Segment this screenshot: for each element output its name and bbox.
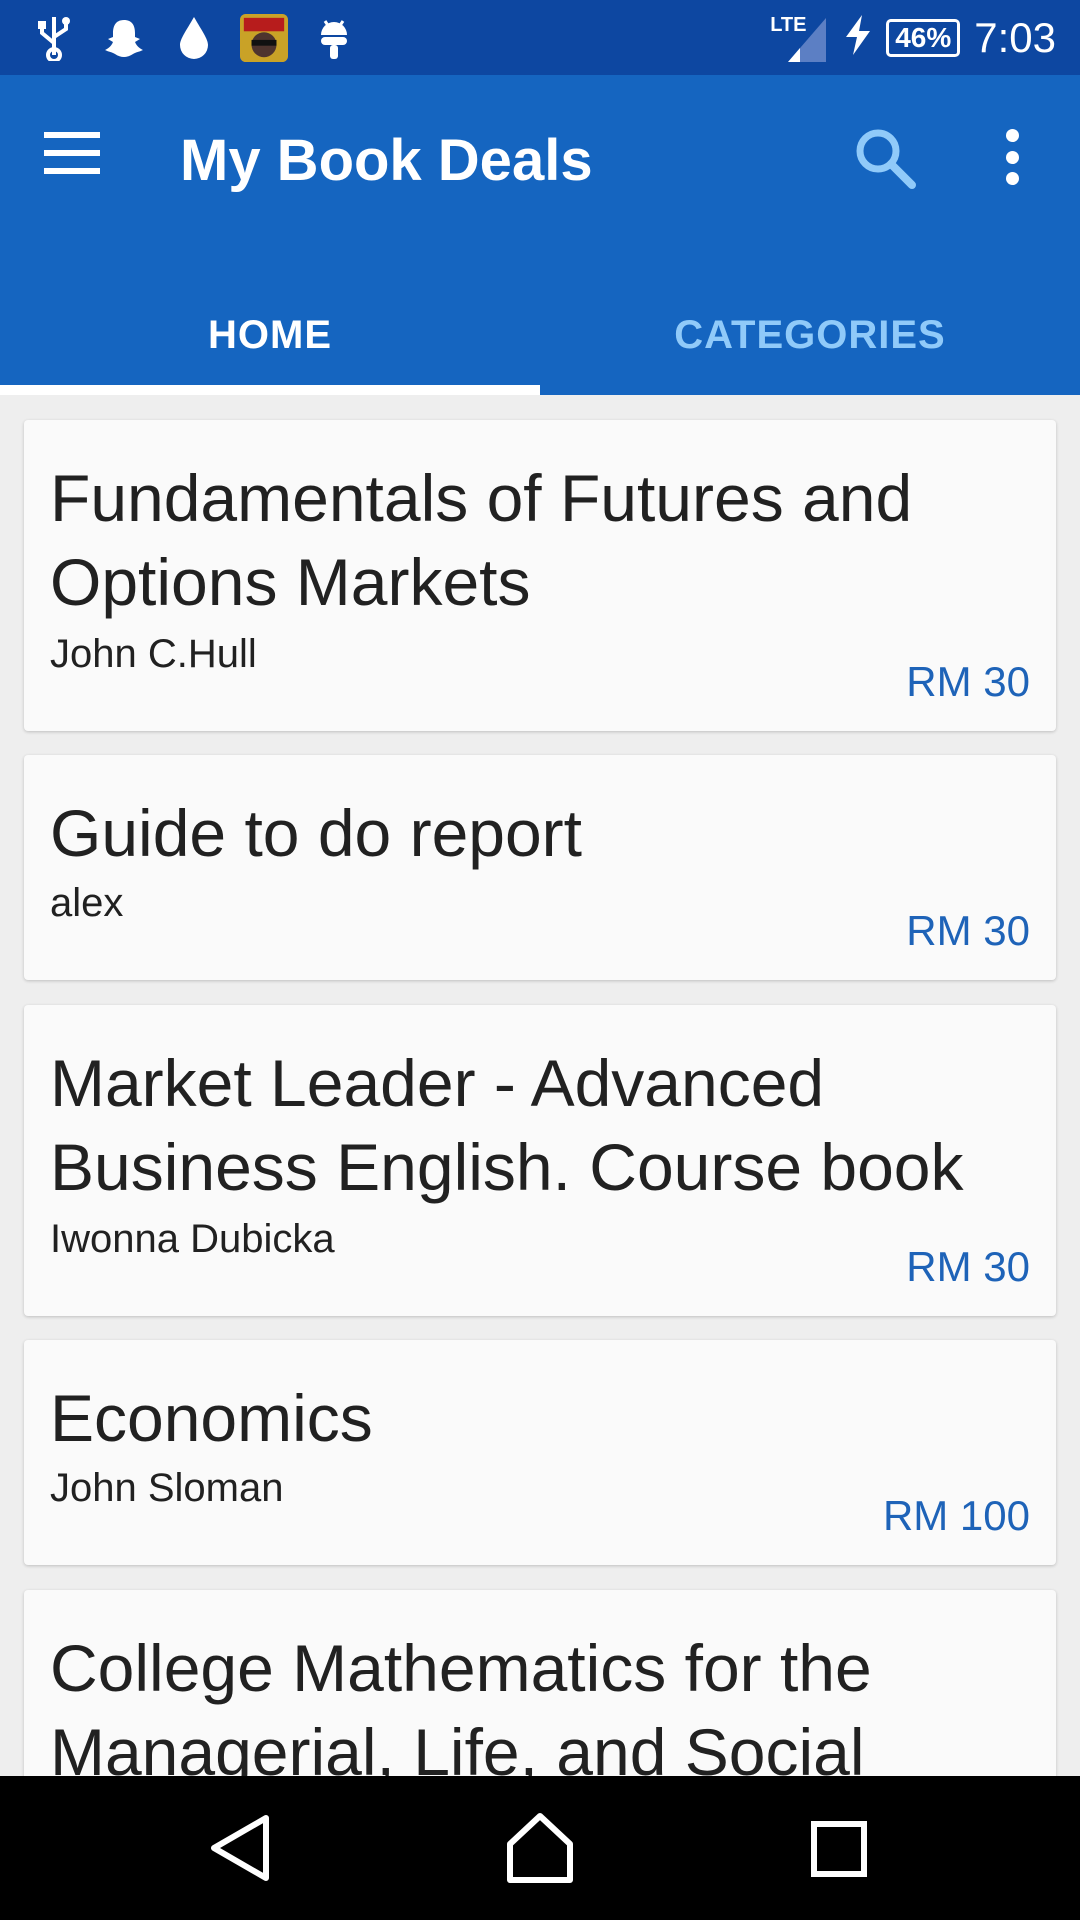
tab-indicator [0,385,540,395]
book-author: Iwonna Dubicka [50,1217,335,1261]
book-card[interactable]: College Mathematics for the Managerial, … [24,1590,1056,1776]
home-icon[interactable] [500,1808,580,1888]
book-price: RM 100 [882,1492,1030,1539]
book-card[interactable]: Market Leader - Advanced Business Englis… [24,1005,1056,1316]
book-list[interactable]: Fundamentals of Futures and Options Mark… [0,395,1080,1776]
signal-icon: LTE [770,8,830,68]
drop-icon [170,14,218,62]
book-price: RM 30 [906,907,1030,954]
status-bar: LTE 46% 7:03 [0,0,1080,75]
system-status: LTE 46% 7:03 [770,0,1056,75]
navigation-bar [0,1776,1080,1920]
book-title: Guide to do report [50,796,582,870]
book-title: Market Leader - Advanced Business Englis… [50,1046,964,1204]
tab-categories[interactable]: CATEGORIES [540,275,1080,395]
tab-home[interactable]: HOME [0,275,540,395]
charging-icon [844,15,872,60]
book-card[interactable]: Economics John Sloman RM 100 [24,1340,1056,1565]
book-author: John Sloman [50,1466,284,1510]
book-author: John C.Hull [50,632,257,676]
book-price: RM 30 [906,658,1030,705]
book-card[interactable]: Fundamentals of Futures and Options Mark… [24,420,1056,731]
back-icon[interactable] [200,1808,280,1888]
book-title: Economics [50,1381,373,1455]
recents-icon[interactable] [800,1808,880,1888]
book-title: College Mathematics for the Managerial, … [50,1631,872,1776]
battery-level: 46% [895,21,952,53]
menu-icon[interactable] [44,125,116,185]
android-icon [310,14,358,62]
app-title: My Book Deals [180,128,593,193]
book-author: alex [50,881,124,925]
usb-icon [30,14,78,62]
search-icon[interactable] [850,123,920,193]
more-vert-icon[interactable] [992,121,1032,193]
book-card[interactable]: Guide to do report alex RM 30 [24,755,1056,980]
notification-icons [30,12,358,64]
snapchat-icon [100,14,148,62]
book-price: RM 30 [906,1243,1030,1290]
book-title: Fundamentals of Futures and Options Mark… [50,461,913,619]
clock: 7:03 [974,13,1056,61]
tab-bar: HOME CATEGORIES [0,275,1080,395]
game-app-icon [240,14,288,62]
battery-indicator: 46% [886,18,961,57]
app-bar: My Book Deals HOME CATEGORIES [0,75,1080,395]
